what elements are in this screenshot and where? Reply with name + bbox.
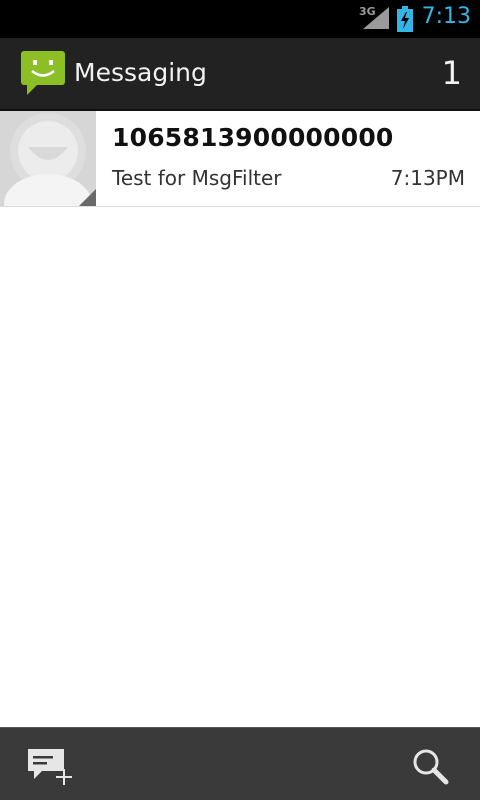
conversation-snippet: Test for MsgFilter <box>112 166 282 190</box>
signal-icon <box>363 7 389 29</box>
compose-button[interactable] <box>20 740 80 792</box>
action-bar: Messaging 1 <box>0 38 480 111</box>
app-title: Messaging <box>74 58 207 87</box>
default-contact-icon <box>0 111 96 206</box>
search-button[interactable] <box>406 740 458 792</box>
contact-avatar[interactable] <box>0 111 96 206</box>
conversation-sender: 1065813900000000 <box>112 123 394 152</box>
conversation-list: 1065813900000000 Test for MsgFilter 7:13… <box>0 111 480 207</box>
messaging-app-icon[interactable] <box>20 50 66 96</box>
battery-charging-icon <box>397 6 413 32</box>
status-bar: 3G 7:13 <box>0 0 480 38</box>
status-clock: 7:13 <box>421 4 471 29</box>
compose-icon <box>28 749 72 785</box>
bottom-action-bar <box>0 727 480 800</box>
conversation-item[interactable]: 1065813900000000 Test for MsgFilter 7:13… <box>0 111 480 207</box>
conversation-time: 7:13PM <box>390 166 465 190</box>
search-icon <box>413 749 449 785</box>
unread-count: 1 <box>441 54 462 92</box>
